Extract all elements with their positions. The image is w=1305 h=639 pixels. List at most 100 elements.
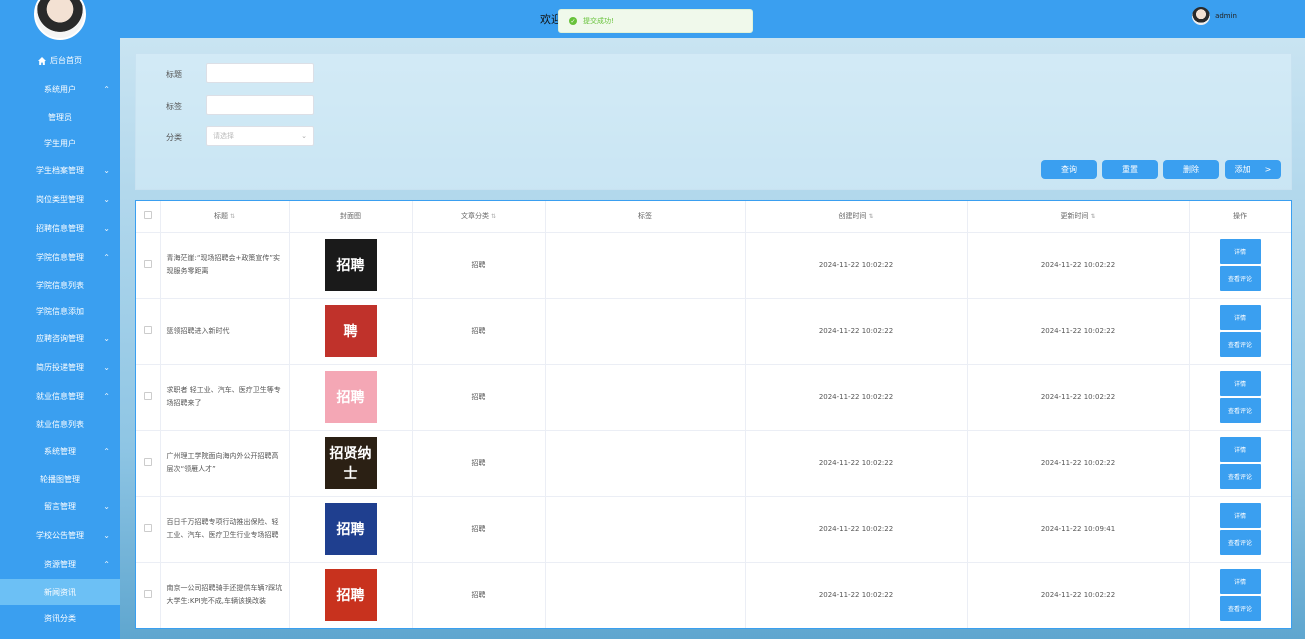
table-row: 青海茫崖:“现场招聘会+政策宣传”实现服务零距离 招聘 招聘 2024-11-22 1… [136,232,1291,299]
sidebar-item-9[interactable]: 学院信息添加 [0,298,120,324]
success-toast: ✓ 提交成功! [558,9,753,33]
sidebar-item-13[interactable]: 就业信息列表 [0,411,120,437]
delete-button[interactable]: 删除 [1163,160,1219,179]
sort-icon[interactable]: ⇅ [491,213,496,220]
detail-button[interactable]: 详情 [1219,371,1261,396]
detail-button[interactable]: 详情 [1219,305,1261,330]
sidebar-item-16[interactable]: 留言管理 ⌄ [0,492,120,521]
detail-button[interactable]: 详情 [1219,437,1261,462]
toast-message: 提交成功! [583,17,614,25]
table-header-row: 标题 ⇅ 封面图 文章分类 ⇅ 标签 创建时间 ⇅ 更新时间 ⇅ 操作 [136,201,1291,233]
sort-icon[interactable]: ⇅ [230,213,235,220]
sidebar-item-label: 学院信息添加 [36,306,84,316]
table-row: 篮领招聘进入新时代 聘 招聘 2024-11-22 10:02:22 2024-11-2… [136,298,1291,365]
sidebar-item-8[interactable]: 学院信息列表 [0,272,120,298]
sidebar-item-label: 后台首页 [50,56,82,65]
sidebar-item-20[interactable]: 资讯分类 [0,605,120,631]
sidebar-item-12[interactable]: 就业信息管理 ⌃ [0,382,120,411]
sidebar-item-19[interactable]: 新闻资讯 [0,579,120,605]
view-comments-button[interactable]: 查看评论 [1219,464,1261,489]
sidebar-item-label: 应聘咨询管理 [36,334,84,343]
row-checkbox[interactable] [143,326,152,334]
detail-button[interactable]: 详情 [1219,239,1261,264]
row-created: 2024-11-22 10:02:22 [745,496,968,563]
row-created: 2024-11-22 10:02:22 [745,364,968,431]
sidebar-item-label: 岗位类型管理 [36,195,84,204]
cover-image[interactable]: 招贤纳士 [324,437,377,489]
detail-button[interactable]: 详情 [1219,503,1261,528]
query-button[interactable]: 查询 [1041,160,1097,179]
chevron-down-icon: ⌄ [103,363,110,372]
view-comments-button[interactable]: 查看评论 [1219,266,1261,291]
sidebar-item-2[interactable]: 管理员 [0,104,120,130]
row-cover-cell: 招聘 [289,562,413,628]
col-updated[interactable]: 更新时间 ⇅ [967,201,1190,233]
avatar[interactable] [34,0,86,40]
sidebar-item-7[interactable]: 学院信息管理 ⌃ [0,243,120,272]
news-table: 标题 ⇅ 封面图 文章分类 ⇅ 标签 创建时间 ⇅ 更新时间 ⇅ 操作 青海茫崖:“现场… [136,201,1291,628]
sidebar-item-label: 学生档案管理 [36,166,84,175]
row-title: 求职者 轻工业、汽车、医疗卫生等专场招聘来了 [160,364,290,431]
row-cover-cell: 招聘 [289,364,413,431]
row-checkbox[interactable] [143,392,152,400]
row-title: 青海茫崖:“现场招聘会+政策宣传”实现服务零距离 [160,232,290,299]
sidebar-item-17[interactable]: 学校公告管理 ⌄ [0,521,120,550]
sidebar-item-6[interactable]: 招聘信息管理 ⌄ [0,214,120,243]
title-input[interactable] [206,63,314,83]
col-category[interactable]: 文章分类 ⇅ [412,201,546,233]
sidebar-item-11[interactable]: 简历投递管理 ⌄ [0,353,120,382]
row-category: 招聘 [412,496,546,563]
sidebar-item-4[interactable]: 学生档案管理 ⌄ [0,156,120,185]
cover-image[interactable]: 聘 [324,305,377,357]
sidebar-item-15[interactable]: 轮播图管理 [0,466,120,492]
sort-icon[interactable]: ⇅ [868,213,873,220]
cover-image[interactable]: 招聘 [324,239,377,291]
view-comments-button[interactable]: 查看评论 [1219,398,1261,423]
row-actions: 详情 查看评论 [1189,364,1291,431]
view-comments-button[interactable]: 查看评论 [1219,596,1261,621]
row-updated: 2024-11-22 10:02:22 [967,298,1190,365]
row-checkbox[interactable] [143,260,152,268]
user-menu[interactable]: admin [1192,7,1237,25]
tag-input[interactable] [206,95,314,115]
detail-button[interactable]: 详情 [1219,569,1261,594]
row-title: 篮领招聘进入新时代 [160,298,290,365]
row-title: 广州理工学院面向海内外公开招聘高层次“领雁人才” [160,430,290,497]
sidebar-item-0[interactable]: 后台首页 [0,46,120,75]
sidebar-item-label: 管理员 [48,112,72,122]
cover-image[interactable]: 招聘 [324,371,377,423]
select-all-checkbox[interactable] [143,211,152,220]
table-row: 求职者 轻工业、汽车、医疗卫生等专场招聘来了 招聘 招聘 2024-11-22 10:… [136,364,1291,431]
cover-image[interactable]: 招聘 [324,569,377,621]
sort-icon[interactable]: ⇅ [1090,213,1095,220]
cover-image[interactable]: 招聘 [324,503,377,555]
reset-button[interactable]: 重置 [1102,160,1158,179]
sidebar-item-5[interactable]: 岗位类型管理 ⌄ [0,185,120,214]
row-created: 2024-11-22 10:02:22 [745,232,968,299]
row-cover-cell: 招贤纳士 [289,430,413,497]
row-checkbox[interactable] [143,458,152,466]
row-tag [545,298,746,365]
row-created: 2024-11-22 10:02:22 [745,430,968,497]
category-placeholder: 请选择 [213,132,234,140]
add-button[interactable]: 添加 > [1225,160,1281,179]
col-title[interactable]: 标题 ⇅ [160,201,290,233]
view-comments-button[interactable]: 查看评论 [1219,332,1261,357]
username: admin [1215,12,1237,20]
row-tag [545,496,746,563]
col-created[interactable]: 创建时间 ⇅ [745,201,968,233]
row-checkbox[interactable] [143,590,152,598]
category-select[interactable]: 请选择 ⌄ [206,126,314,146]
sidebar-item-10[interactable]: 应聘咨询管理 ⌄ [0,324,120,353]
cover-text: 聘 [343,324,358,340]
sidebar-item-18[interactable]: 资源管理 ⌃ [0,550,120,579]
add-button-label: 添加 [1234,165,1251,174]
chevron-down-icon: ⌄ [103,531,110,540]
sidebar-item-label: 系统管理 [44,447,76,456]
sidebar-item-3[interactable]: 学生用户 [0,130,120,156]
view-comments-button[interactable]: 查看评论 [1219,530,1261,555]
row-category: 招聘 [412,364,546,431]
sidebar-item-14[interactable]: 系统管理 ⌃ [0,437,120,466]
sidebar-item-1[interactable]: 系统用户 ⌃ [0,75,120,104]
row-checkbox[interactable] [143,524,152,532]
